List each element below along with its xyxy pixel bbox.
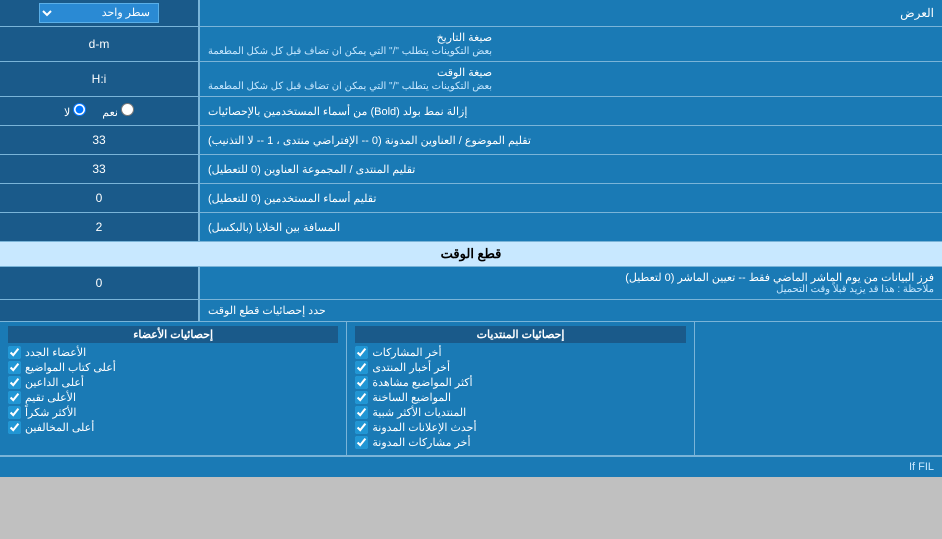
cb-top-inviters[interactable] — [8, 376, 21, 389]
stats-members-title: إحصائيات الأعضاء — [8, 326, 338, 343]
cb-most-viewed[interactable] — [355, 376, 368, 389]
cb-hot-topics[interactable] — [355, 391, 368, 404]
cut-time-input[interactable] — [59, 276, 139, 290]
checkbox-announcements: أحدث الإعلانات المدونة — [355, 421, 685, 434]
topics-order-input-wrapper[interactable] — [0, 126, 200, 154]
forum-trim-label: تقليم المنتدى / المجموعة العناوين (0 للت… — [200, 155, 942, 183]
time-format-input-wrapper[interactable] — [0, 62, 200, 96]
cb-last-posts[interactable] — [355, 346, 368, 359]
radio-yes[interactable] — [121, 103, 134, 116]
cells-space-input-wrapper[interactable] — [0, 213, 200, 241]
cb-announcements[interactable] — [355, 421, 368, 434]
forum-trim-row: تقليم المنتدى / المجموعة العناوين (0 للت… — [0, 155, 942, 184]
cb-most-thanked[interactable] — [8, 406, 21, 419]
users-trim-input-wrapper[interactable] — [0, 184, 200, 212]
forum-trim-input[interactable] — [6, 162, 192, 176]
date-format-label: صيغة التاريخ بعض التكوينات يتطلب "/" الت… — [200, 27, 942, 61]
stats-define-row: حدد إحصائيات قطع الوقت — [0, 300, 942, 322]
time-format-input[interactable] — [6, 72, 192, 86]
cut-time-input-wrapper[interactable] — [0, 267, 200, 299]
checkbox-most-viewed: أكثر المواضيع مشاهدة — [355, 376, 685, 389]
stats-define-label: حدد إحصائيات قطع الوقت — [200, 300, 942, 321]
date-format-input[interactable] — [6, 37, 192, 51]
cb-top-violations[interactable] — [8, 421, 21, 434]
checkbox-most-popular: المنتديات الأكثر شبية — [355, 406, 685, 419]
if-fil-text: If FIL — [909, 461, 934, 473]
if-fil-bar: If FIL — [0, 456, 942, 477]
time-format-row: صيغة الوقت بعض التكوينات يتطلب "/" التي … — [0, 62, 942, 97]
stats-section: إحصائيات المنتديات أخر المشاركات أخر أخب… — [0, 322, 942, 456]
cut-time-label: فرز البيانات من يوم الماشر الماضي فقط --… — [200, 267, 942, 299]
bold-remove-label: إزالة نمط بولد (Bold) من أسماء المستخدمي… — [200, 97, 942, 125]
cb-new-members[interactable] — [8, 346, 21, 359]
users-trim-input[interactable] — [6, 191, 192, 205]
cells-space-row: المسافة بين الخلايا (بالبكسل) — [0, 213, 942, 242]
radio-group-bold: نعم لا — [64, 103, 134, 119]
checkbox-blog-posts: أخر مشاركات المدونة — [355, 436, 685, 449]
radio-no-label: لا — [64, 103, 86, 119]
checkbox-most-thanked: الأكثر شكراً — [8, 406, 338, 419]
bold-remove-options: نعم لا — [0, 97, 200, 125]
checkbox-top-rated: الأعلى تقيم — [8, 391, 338, 404]
checkbox-top-violations: أعلى المخالفين — [8, 421, 338, 434]
stats-right-area — [695, 322, 942, 455]
stats-posts-title: إحصائيات المنتديات — [355, 326, 685, 343]
checkbox-top-posters: أعلى كتاب المواضيع — [8, 361, 338, 374]
top-label: العرض — [200, 2, 942, 24]
top-select-wrapper[interactable]: سطر واحد سطرين ثلاثة أسطر — [0, 0, 200, 26]
cut-time-header: قطع الوقت — [0, 242, 942, 267]
topics-order-input[interactable] — [6, 133, 192, 147]
stats-members-block: إحصائيات الأعضاء الأعضاء الجدد أعلى كتاب… — [0, 322, 347, 455]
time-format-label: صيغة الوقت بعض التكوينات يتطلب "/" التي … — [200, 62, 942, 96]
cb-most-popular[interactable] — [355, 406, 368, 419]
topics-order-label: تقليم الموضوع / العناوين المدونة (0 -- ا… — [200, 126, 942, 154]
cb-top-rated[interactable] — [8, 391, 21, 404]
users-trim-label: تقليم أسماء المستخدمين (0 للتعطيل) — [200, 184, 942, 212]
top-row: العرض سطر واحد سطرين ثلاثة أسطر — [0, 0, 942, 27]
radio-yes-label: نعم — [102, 103, 134, 119]
display-select[interactable]: سطر واحد سطرين ثلاثة أسطر — [39, 3, 159, 23]
date-format-input-wrapper[interactable] — [0, 27, 200, 61]
checkbox-last-posts: أخر المشاركات — [355, 346, 685, 359]
cells-space-label: المسافة بين الخلايا (بالبكسل) — [200, 213, 942, 241]
checkbox-hot-topics: المواضيع الساخنة — [355, 391, 685, 404]
radio-no[interactable] — [73, 103, 86, 116]
stats-posts-block: إحصائيات المنتديات أخر المشاركات أخر أخب… — [347, 322, 694, 455]
stats-define-spacer — [0, 300, 200, 321]
cut-time-row: فرز البيانات من يوم الماشر الماضي فقط --… — [0, 267, 942, 300]
checkbox-forum-news: أخر أخبار المنتدى — [355, 361, 685, 374]
bold-remove-row: إزالة نمط بولد (Bold) من أسماء المستخدمي… — [0, 97, 942, 126]
checkbox-new-members: الأعضاء الجدد — [8, 346, 338, 359]
cb-forum-news[interactable] — [355, 361, 368, 374]
forum-trim-input-wrapper[interactable] — [0, 155, 200, 183]
cells-space-input[interactable] — [6, 220, 192, 234]
users-trim-row: تقليم أسماء المستخدمين (0 للتعطيل) — [0, 184, 942, 213]
date-format-row: صيغة التاريخ بعض التكوينات يتطلب "/" الت… — [0, 27, 942, 62]
topics-order-row: تقليم الموضوع / العناوين المدونة (0 -- ا… — [0, 126, 942, 155]
cb-top-posters[interactable] — [8, 361, 21, 374]
checkbox-top-inviters: أعلى الداعين — [8, 376, 338, 389]
cb-blog-posts[interactable] — [355, 436, 368, 449]
